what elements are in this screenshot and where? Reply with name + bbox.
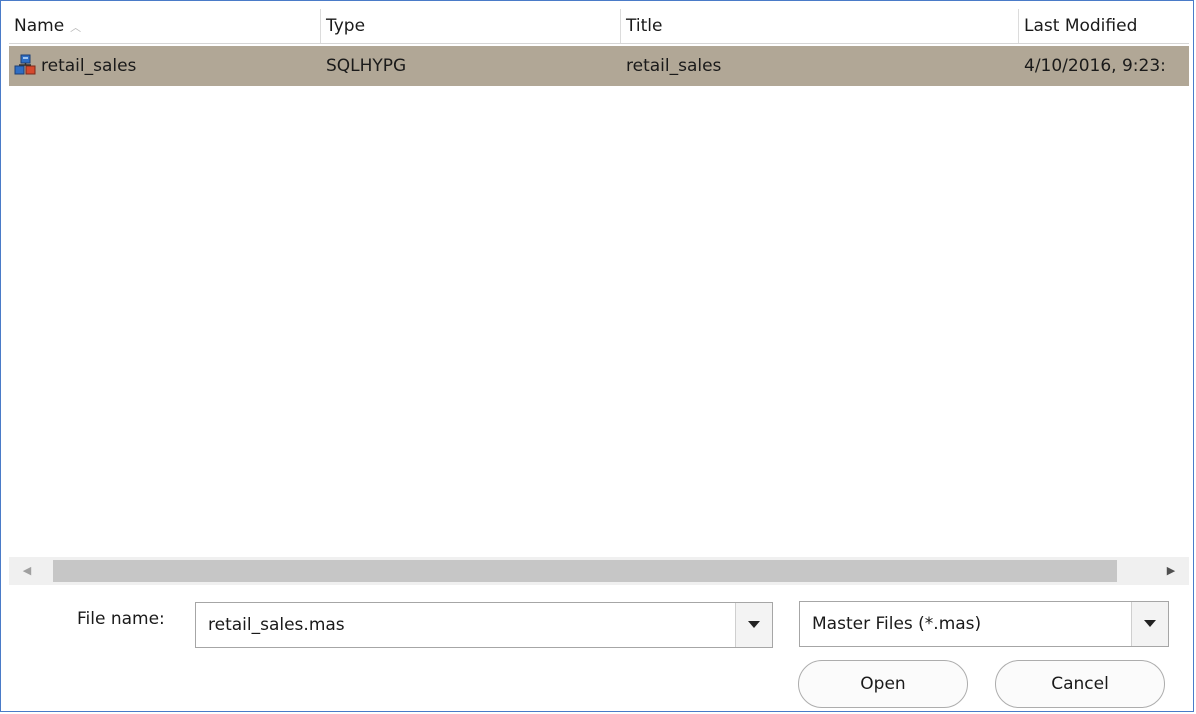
file-name-text: retail_sales <box>41 56 137 76</box>
sort-ascending-icon: ︿ <box>70 21 82 34</box>
column-header-name-label: Name <box>14 16 65 36</box>
file-name-input[interactable]: retail_sales.mas <box>208 603 345 647</box>
file-list[interactable]: Name ︿ Type Title Last Modified retail_s… <box>9 9 1189 587</box>
column-header-type[interactable]: Type <box>321 9 621 43</box>
master-file-icon <box>14 54 36 74</box>
chevron-down-icon <box>748 621 760 628</box>
chevron-down-icon <box>1144 620 1156 627</box>
file-name-label: File name: <box>77 609 165 629</box>
table-row[interactable]: retail_sales SQLHYPG retail_sales 4/10/2… <box>9 46 1189 86</box>
scroll-right-arrow-icon[interactable]: ▶ <box>1153 557 1189 585</box>
scrollbar-thumb[interactable] <box>53 560 1117 582</box>
file-name-combobox[interactable]: retail_sales.mas <box>195 602 773 648</box>
cell-type: SQLHYPG <box>326 56 407 76</box>
column-header-last-modified[interactable]: Last Modified <box>1019 9 1189 43</box>
open-button[interactable]: Open <box>798 660 968 708</box>
list-header: Name ︿ Type Title Last Modified <box>9 9 1189 44</box>
column-header-title[interactable]: Title <box>621 9 1019 43</box>
column-header-title-label: Title <box>626 16 663 36</box>
column-header-last-modified-label: Last Modified <box>1024 16 1138 36</box>
cancel-button[interactable]: Cancel <box>995 660 1165 708</box>
file-name-dropdown-button[interactable] <box>735 603 772 647</box>
file-type-select[interactable]: Master Files (*.mas) <box>799 601 1169 647</box>
cell-last-modified: 4/10/2016, 9:23: <box>1024 56 1166 76</box>
horizontal-scrollbar[interactable]: ◀ ▶ <box>9 557 1189 585</box>
cell-title: retail_sales <box>626 56 722 76</box>
file-type-value: Master Files (*.mas) <box>812 614 982 634</box>
column-header-type-label: Type <box>326 16 366 36</box>
cell-name: retail_sales <box>9 46 321 86</box>
open-file-dialog: Name ︿ Type Title Last Modified retail_s… <box>0 0 1194 712</box>
scroll-left-arrow-icon[interactable]: ◀ <box>9 557 45 585</box>
column-header-name[interactable]: Name ︿ <box>9 9 321 43</box>
file-type-dropdown-button[interactable] <box>1131 602 1168 646</box>
